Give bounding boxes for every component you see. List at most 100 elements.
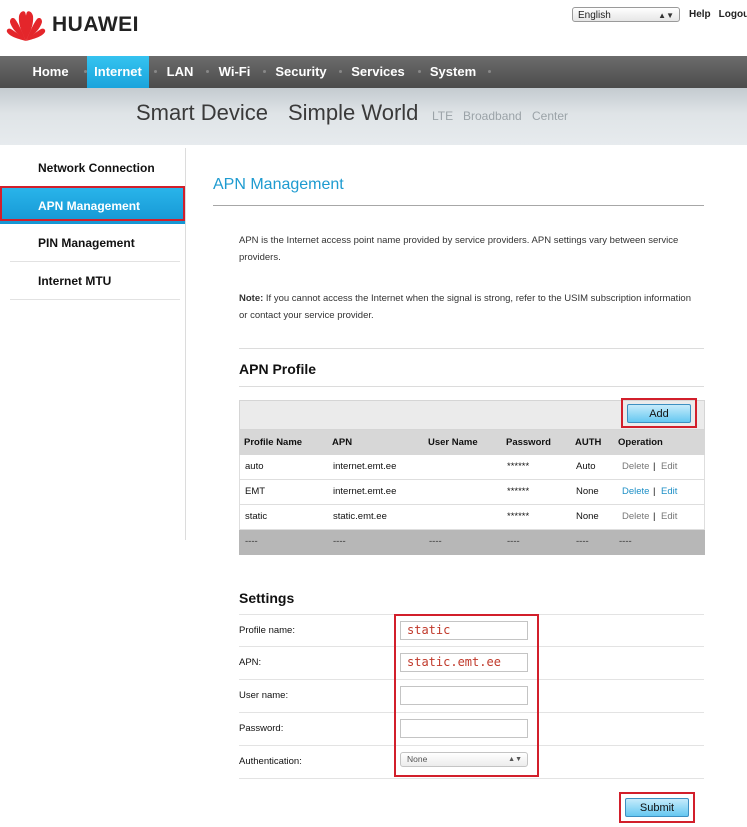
profile-name-input[interactable]: static	[400, 621, 528, 640]
nav-separator	[206, 70, 209, 73]
logout-link[interactable]: Logout	[719, 9, 747, 20]
footer-cell: ----	[429, 536, 442, 547]
page-title: APN Management	[213, 176, 344, 193]
authentication-select[interactable]: None ▲▼	[400, 752, 528, 767]
cell-apn: internet.emt.ee	[333, 486, 397, 497]
cell-password: ******	[507, 486, 530, 497]
note-body: If you cannot access the Internet when t…	[239, 293, 691, 321]
section-divider	[239, 348, 704, 349]
col-profile-name: Profile Name	[244, 437, 303, 448]
form-divider	[239, 745, 704, 746]
authentication-label: Authentication:	[239, 756, 302, 767]
sidebar-item-apn-management[interactable]: APN Management	[0, 188, 185, 224]
nav-wifi[interactable]: Wi-Fi	[212, 56, 257, 88]
profile-name-label: Profile name:	[239, 625, 295, 636]
nav-home[interactable]: Home	[22, 56, 79, 88]
cell-profile-name: static	[245, 511, 268, 522]
op-separator: |	[653, 461, 656, 472]
apn-input[interactable]: static.emt.ee	[400, 653, 528, 672]
form-divider	[239, 614, 704, 615]
add-button[interactable]: Add	[627, 404, 691, 423]
footer-cell: ----	[619, 536, 632, 547]
sidebar-item-pin-management[interactable]: PIN Management	[0, 225, 185, 261]
settings-title: Settings	[239, 590, 295, 606]
select-arrows-icon: ▲▼	[658, 11, 674, 20]
language-select[interactable]: English ▲▼	[572, 7, 680, 22]
cell-password: ******	[507, 461, 530, 472]
huawei-flower-icon	[6, 11, 46, 42]
nav-separator	[488, 70, 491, 73]
submit-button[interactable]: Submit	[625, 798, 689, 817]
col-auth: AUTH	[575, 437, 602, 448]
sidebar-item-internet-mtu[interactable]: Internet MTU	[0, 263, 185, 299]
help-link[interactable]: Help	[689, 9, 711, 20]
huawei-logo: HUAWEI	[6, 8, 139, 42]
op-separator: |	[653, 511, 656, 522]
col-user-name: User Name	[428, 437, 478, 448]
nav-separator	[263, 70, 266, 73]
cell-apn: static.emt.ee	[333, 511, 387, 522]
sidebar-divider	[10, 299, 180, 300]
nav-internet[interactable]: Internet	[87, 56, 149, 88]
cell-password: ******	[507, 511, 530, 522]
password-label: Password:	[239, 723, 284, 734]
apn-profile-title: APN Profile	[239, 361, 317, 377]
col-apn: APN	[332, 437, 353, 448]
nav-separator	[339, 70, 342, 73]
select-arrows-icon: ▲▼	[508, 756, 522, 763]
cell-profile-name: EMT	[245, 486, 266, 497]
delete-link-disabled: Delete	[622, 511, 650, 522]
footer-cell: ----	[576, 536, 589, 547]
footer-cell: ----	[507, 536, 520, 547]
form-divider	[239, 778, 704, 779]
nav-system[interactable]: System	[424, 56, 482, 88]
sidebar-divider	[10, 186, 180, 187]
delete-link-disabled: Delete	[622, 461, 650, 472]
edit-link[interactable]: Edit	[661, 480, 677, 504]
banner-tagline-2: Simple World	[288, 100, 419, 125]
banner-tagline-1: Smart Device	[136, 100, 269, 125]
nav-security[interactable]: Security	[270, 56, 332, 88]
col-operation: Operation	[618, 437, 663, 448]
password-input[interactable]	[400, 719, 528, 738]
nav-lan[interactable]: LAN	[160, 56, 200, 88]
cell-auth: None	[576, 486, 599, 497]
table-row: EMT internet.emt.ee ****** None Delete |…	[239, 480, 705, 505]
sidebar-divider	[10, 261, 180, 262]
nav-services[interactable]: Services	[345, 56, 411, 88]
banner-sub-2: Broadband	[463, 109, 522, 123]
edit-link-disabled: Edit	[661, 461, 678, 472]
table-row: static static.emt.ee ****** None Delete …	[239, 505, 705, 530]
cell-apn: internet.emt.ee	[333, 461, 397, 472]
edit-link-disabled: Edit	[661, 511, 678, 522]
main-nav: Home Internet LAN Wi-Fi Security Service…	[0, 56, 747, 88]
col-password: Password	[506, 437, 551, 448]
table-header: Profile Name APN User Name Password AUTH…	[239, 430, 705, 455]
delete-link[interactable]: Delete	[622, 480, 649, 504]
title-divider	[213, 205, 704, 206]
user-name-input[interactable]	[400, 686, 528, 705]
sidebar-item-network-connection[interactable]: Network Connection	[0, 150, 185, 186]
form-divider	[239, 646, 704, 647]
cell-auth: Auto	[576, 461, 596, 472]
nav-separator	[154, 70, 157, 73]
sidebar: Network Connection APN Management PIN Ma…	[0, 148, 186, 540]
section-divider	[239, 386, 704, 387]
form-divider	[239, 712, 704, 713]
note-text: Note: If you cannot access the Internet …	[239, 290, 699, 324]
cell-profile-name: auto	[245, 461, 264, 472]
banner-sub-3: Center	[532, 109, 569, 123]
note-label: Note:	[239, 293, 264, 304]
table-row: auto internet.emt.ee ****** Auto Delete …	[239, 455, 705, 480]
banner-sub-1: LTE	[432, 109, 454, 123]
banner: Smart Device Simple World LTE Broadband …	[0, 88, 747, 145]
footer-cell: ----	[333, 536, 346, 547]
cell-auth: None	[576, 511, 599, 522]
user-name-label: User name:	[239, 690, 289, 701]
op-separator: |	[653, 486, 656, 497]
authentication-value: None	[407, 754, 428, 764]
footer-cell: ----	[245, 536, 258, 547]
nav-separator	[418, 70, 421, 73]
table-footer-row: ---- ---- ---- ---- ---- ----	[239, 530, 705, 555]
language-value: English	[578, 10, 611, 21]
